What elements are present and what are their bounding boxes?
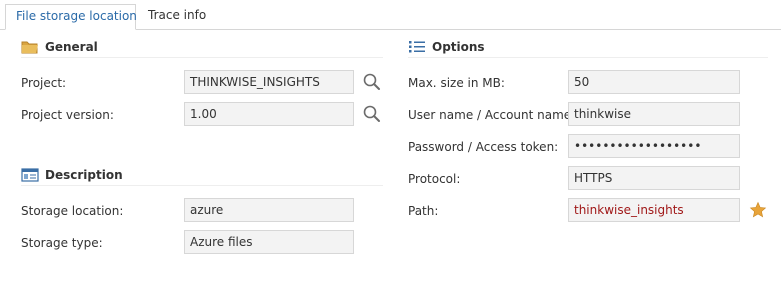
protocol-label: Protocol: [408, 172, 461, 186]
general-section-title: General [45, 39, 98, 54]
storage-location-field[interactable]: azure [184, 198, 354, 222]
folder-icon [21, 39, 39, 55]
max-size-field[interactable]: 50 [568, 70, 740, 94]
storage-location-label: Storage location: [21, 204, 124, 218]
max-size-label: Max. size in MB: [408, 76, 505, 90]
storage-type-label: Storage type: [21, 236, 103, 250]
general-section-header: General [21, 36, 383, 58]
user-name-field[interactable]: thinkwise [568, 102, 740, 126]
tab-file-storage-location[interactable]: File storage location [5, 4, 137, 30]
user-name-label: User name / Account name: [408, 108, 576, 122]
protocol-field[interactable]: HTTPS [568, 166, 740, 190]
tab-trace-info[interactable]: Trace info [138, 4, 210, 29]
project-label: Project: [21, 76, 67, 90]
project-version-field[interactable]: 1.00 [184, 102, 354, 126]
path-field[interactable]: thinkwise_insights [568, 198, 740, 222]
options-section-title: Options [432, 39, 485, 54]
star-icon[interactable] [749, 201, 767, 219]
description-section-title: Description [45, 167, 123, 182]
description-section-header: Description [21, 164, 383, 186]
tab-bar: File storage location Trace info [0, 0, 781, 30]
project-version-search-icon[interactable] [362, 104, 382, 124]
storage-type-field[interactable]: Azure files [184, 230, 354, 254]
project-search-icon[interactable] [362, 72, 382, 92]
id-card-icon [21, 167, 39, 183]
options-section-header: Options [408, 36, 768, 58]
path-label: Path: [408, 204, 439, 218]
project-version-label: Project version: [21, 108, 114, 122]
password-label: Password / Access token: [408, 140, 559, 154]
password-field[interactable]: •••••••••••••••••• [568, 134, 740, 158]
list-icon [408, 39, 426, 55]
project-field[interactable]: THINKWISE_INSIGHTS [184, 70, 354, 94]
